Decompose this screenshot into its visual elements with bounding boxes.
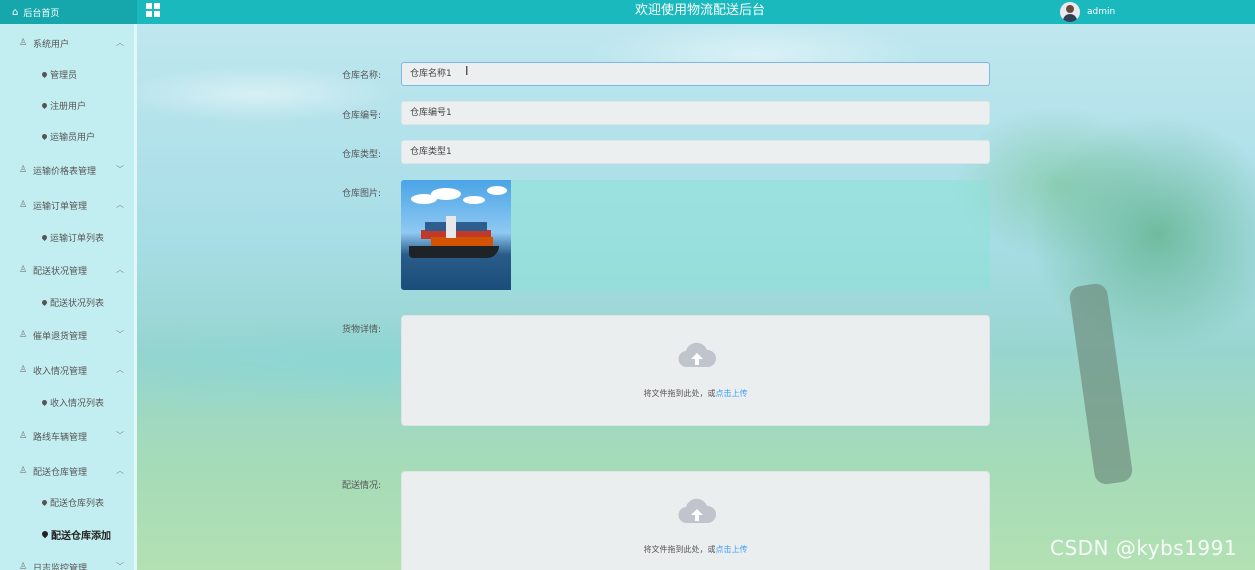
user-icon: ♙ bbox=[19, 330, 28, 340]
delivery-label: 配送情况: bbox=[341, 481, 381, 491]
sidebar-group-label: 收入情况管理 bbox=[33, 366, 88, 377]
sidebar-item-label: 管理员 bbox=[50, 70, 78, 81]
user-icon: ♙ bbox=[19, 38, 28, 48]
location-icon bbox=[40, 498, 49, 506]
warehouse-type-input[interactable]: 仓库类型1 bbox=[401, 140, 990, 164]
chevron-up-icon: ︿ bbox=[116, 365, 124, 374]
sidebar-group-returns[interactable]: ♙ 催单退货管理 ﹀ bbox=[0, 323, 137, 347]
sidebar-group-income[interactable]: ♙ 收入情况管理 ︿ bbox=[0, 358, 137, 382]
upload-hint: 将文件拖到此处，或点击上传 bbox=[402, 388, 989, 399]
chevron-down-icon: ﹀ bbox=[116, 165, 124, 174]
username: admin bbox=[1087, 7, 1116, 17]
top-bar: ⌂ 后台首页 欢迎使用物流配送后台 admin bbox=[0, 0, 1255, 24]
sidebar-group-orders[interactable]: ♙ 运输订单管理 ︿ bbox=[0, 193, 137, 217]
sidebar-group-price-table[interactable]: ♙ 运输价格表管理 ﹀ bbox=[0, 158, 137, 182]
location-icon bbox=[40, 233, 49, 241]
sidebar-group-label: 运输价格表管理 bbox=[33, 166, 97, 177]
chevron-down-icon: ﹀ bbox=[116, 330, 124, 339]
chevron-down-icon: ﹀ bbox=[116, 431, 124, 440]
location-icon bbox=[40, 529, 50, 539]
sidebar-group-label: 催单退货管理 bbox=[33, 331, 88, 342]
user-icon: ♙ bbox=[19, 265, 28, 275]
upload-cloud-icon bbox=[678, 342, 716, 368]
code-label: 仓库编号: bbox=[341, 111, 381, 121]
sidebar-group-label: 运输订单管理 bbox=[33, 201, 88, 212]
sidebar-group-warehouse[interactable]: ♙ 配送仓库管理 ︿ bbox=[0, 459, 137, 483]
name-label: 仓库名称: bbox=[341, 71, 381, 81]
sidebar-group-label: 配送状况管理 bbox=[33, 266, 88, 277]
sidebar-group-routes-vehicles[interactable]: ♙ 路线车辆管理 ﹀ bbox=[0, 424, 137, 448]
sidebar-item-delivery-status-list[interactable]: 配送状况列表 bbox=[40, 292, 105, 312]
home-link-label: 后台首页 bbox=[23, 8, 60, 19]
user-icon: ♙ bbox=[19, 562, 28, 570]
sidebar-item-order-list[interactable]: 运输订单列表 bbox=[40, 227, 105, 247]
chevron-down-icon: ﹀ bbox=[116, 562, 124, 570]
user-menu[interactable]: admin bbox=[1060, 1, 1115, 23]
home-icon: ⌂ bbox=[12, 6, 19, 18]
sidebar-item-transport-users[interactable]: 运输员用户 bbox=[40, 126, 96, 146]
chevron-up-icon: ︿ bbox=[116, 466, 124, 475]
sidebar-group-label: 配送仓库管理 bbox=[33, 467, 88, 478]
chevron-up-icon: ︿ bbox=[116, 265, 124, 274]
text-cursor-icon: I bbox=[465, 64, 469, 78]
sidebar-group-label: 系统用户 bbox=[33, 39, 70, 50]
sidebar-item-label: 配送状况列表 bbox=[50, 298, 105, 309]
upload-cloud-icon bbox=[678, 498, 716, 524]
upload-link[interactable]: 点击上传 bbox=[716, 545, 748, 554]
sidebar-item-income-list[interactable]: 收入情况列表 bbox=[40, 392, 105, 412]
sidebar: ♙ 系统用户 ︿ 管理员 注册用户 运输员用户 ♙ 运输价格表管理 ﹀ ♙ 运输… bbox=[0, 24, 137, 570]
upload-hint-text: 将文件拖到此处，或 bbox=[643, 389, 716, 398]
user-icon: ♙ bbox=[19, 365, 28, 375]
delivery-upload-dropzone[interactable]: 将文件拖到此处，或点击上传 bbox=[401, 471, 990, 570]
user-icon: ♙ bbox=[19, 466, 28, 476]
home-link[interactable]: ⌂ 后台首页 bbox=[0, 0, 137, 24]
chevron-up-icon: ︿ bbox=[116, 200, 124, 209]
sidebar-item-label: 注册用户 bbox=[50, 101, 87, 112]
page-title: 欢迎使用物流配送后台 bbox=[634, 3, 765, 18]
sidebar-item-label: 运输订单列表 bbox=[50, 233, 105, 244]
chevron-up-icon: ︿ bbox=[116, 38, 124, 47]
sidebar-group-label: 路线车辆管理 bbox=[33, 432, 88, 443]
location-icon bbox=[40, 132, 49, 140]
location-icon bbox=[40, 70, 49, 78]
location-icon bbox=[40, 298, 49, 306]
main-content: 仓库名称: 仓库名称1 I 仓库编号: 仓库编号1 仓库类型: 仓库类型1 仓库… bbox=[137, 24, 1255, 570]
type-label: 仓库类型: bbox=[341, 150, 381, 160]
goods-label: 货物详情: bbox=[341, 325, 381, 335]
warehouse-image[interactable] bbox=[401, 180, 511, 290]
image-label: 仓库图片: bbox=[341, 189, 381, 199]
sidebar-group-log-monitor[interactable]: ♙ 日志监控管理 ﹀ bbox=[0, 555, 137, 570]
sidebar-item-label: 配送仓库添加 bbox=[51, 530, 111, 542]
sidebar-group-label: 日志监控管理 bbox=[33, 563, 88, 570]
user-icon: ♙ bbox=[19, 431, 28, 441]
sidebar-item-warehouse-add[interactable]: 配送仓库添加 bbox=[40, 524, 111, 544]
sidebar-group-system-users[interactable]: ♙ 系统用户 ︿ bbox=[0, 31, 137, 55]
warehouse-name-input[interactable]: 仓库名称1 bbox=[401, 62, 990, 86]
user-icon: ♙ bbox=[19, 165, 28, 175]
warehouse-code-input[interactable]: 仓库编号1 bbox=[401, 101, 990, 125]
watermark: CSDN @kybs1991 bbox=[1050, 536, 1238, 560]
sidebar-group-delivery-status[interactable]: ♙ 配送状况管理 ︿ bbox=[0, 258, 137, 282]
sidebar-item-registered-users[interactable]: 注册用户 bbox=[40, 95, 87, 115]
sidebar-item-label: 收入情况列表 bbox=[50, 398, 105, 409]
sidebar-item-warehouse-list[interactable]: 配送仓库列表 bbox=[40, 492, 105, 512]
menu-toggle-icon[interactable] bbox=[146, 3, 160, 17]
avatar bbox=[1060, 2, 1080, 22]
goods-upload-dropzone[interactable]: 将文件拖到此处，或点击上传 bbox=[401, 315, 990, 426]
upload-hint-text: 将文件拖到此处，或 bbox=[643, 545, 716, 554]
location-icon bbox=[40, 101, 49, 109]
sidebar-item-admin[interactable]: 管理员 bbox=[40, 64, 78, 84]
upload-hint: 将文件拖到此处，或点击上传 bbox=[402, 544, 989, 555]
sidebar-item-label: 运输员用户 bbox=[50, 132, 96, 143]
upload-link[interactable]: 点击上传 bbox=[716, 389, 748, 398]
sidebar-item-label: 配送仓库列表 bbox=[50, 498, 105, 509]
user-icon: ♙ bbox=[19, 200, 28, 210]
location-icon bbox=[40, 398, 49, 406]
